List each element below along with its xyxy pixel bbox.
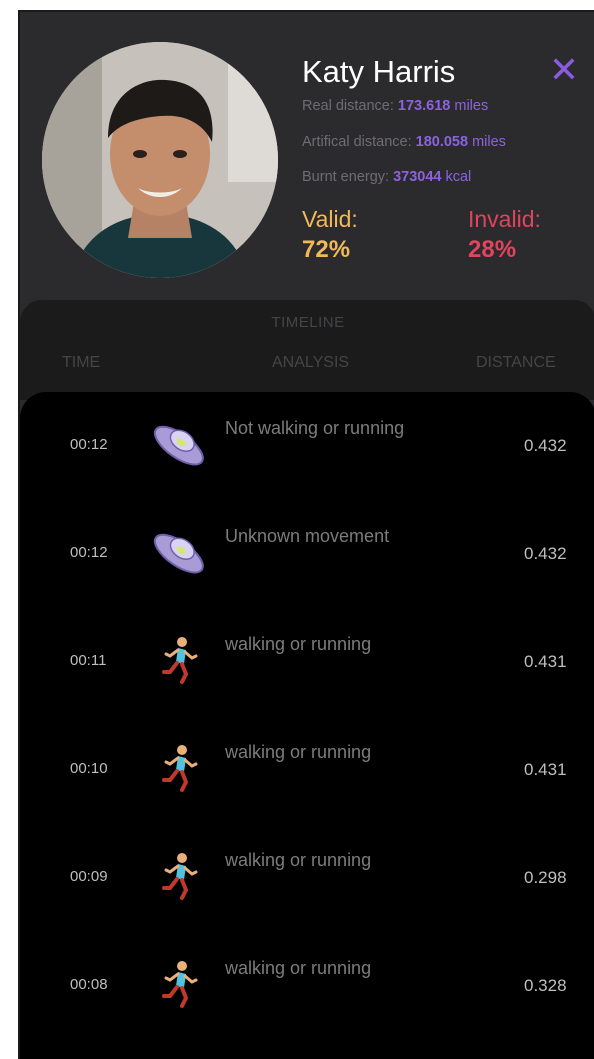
row-analysis: walking or running [225,958,372,978]
artificial-distance-value: 180.058 [415,134,469,150]
artificial-distance-unit: miles [468,134,506,150]
real-distance-unit: miles [450,98,489,114]
ufo-icon [148,412,212,476]
row-analysis: walking or running [225,634,372,654]
row-time: 00:11 [70,652,107,669]
column-header-analysis: ANALYSIS [272,354,350,371]
timeline-row[interactable]: 00:09 walking or running 0.298 [20,824,594,932]
close-icon[interactable]: ✕ [546,52,582,88]
timeline-row[interactable]: 00:10 walking or running 0.431 [20,716,594,824]
profile-header: Katy Harris ✕ Real distance: 173.618 mil… [20,12,594,302]
row-distance: 0.431 [524,760,567,779]
real-distance-label: Real distance: [302,98,398,114]
valid-percent: 72% [302,236,351,263]
row-distance: 0.328 [524,976,567,995]
user-name: Katy Harris [302,54,456,89]
timeline-row[interactable]: 00:12 Unknown movement 0.432 [20,500,594,608]
timeline-row[interactable]: 00:08 walking or running 0.328 [20,932,594,1040]
timeline-row[interactable]: 00:11 walking or running 0.431 [20,608,594,716]
burnt-energy-value: 373044 [393,169,442,185]
runner-icon [148,952,212,1016]
row-time: 00:08 [70,976,108,993]
timeline-header: TIMELINE TIME ANALYSIS DISTANCE [20,300,594,400]
runner-icon [148,736,212,800]
timeline-list[interactable]: 00:12 Not walking or running 0.432 00:12 [20,392,594,1059]
real-distance-value: 173.618 [397,98,451,114]
row-distance: 0.432 [524,436,567,455]
row-analysis: Unknown movement [225,526,390,546]
burnt-energy: Burnt energy: 373044 kcal [302,169,471,185]
real-distance: Real distance: 173.618 miles [302,98,488,114]
runner-icon [148,844,212,908]
row-analysis: walking or running [225,850,372,870]
app-window: Katy Harris ✕ Real distance: 173.618 mil… [18,10,594,1059]
valid-label: Valid: [302,206,358,232]
row-analysis: walking or running [225,742,372,762]
row-time: 00:09 [70,868,108,885]
row-distance: 0.432 [524,544,567,563]
burnt-energy-label: Burnt energy: [302,169,394,185]
ufo-icon [148,520,212,584]
column-header-time: TIME [62,354,101,371]
artificial-distance: Artifical distance: 180.058 miles [302,134,506,150]
timeline-title: TIMELINE [271,314,345,331]
row-time: 00:10 [70,760,108,777]
burnt-energy-unit: kcal [441,169,472,185]
row-analysis: Not walking or running [225,418,405,438]
avatar [42,42,278,278]
row-time: 00:12 [70,436,108,453]
column-header-distance: DISTANCE [476,354,556,371]
avatar-photo [42,42,278,278]
row-distance: 0.298 [524,868,567,887]
row-distance: 0.431 [524,652,567,671]
invalid-label: Invalid: [468,206,541,232]
invalid-percent: 28% [468,236,517,263]
runner-icon [148,628,212,692]
row-time: 00:12 [70,544,108,561]
artificial-distance-label: Artifical distance: [302,134,416,150]
timeline-row[interactable]: 00:12 Not walking or running 0.432 [20,392,594,500]
